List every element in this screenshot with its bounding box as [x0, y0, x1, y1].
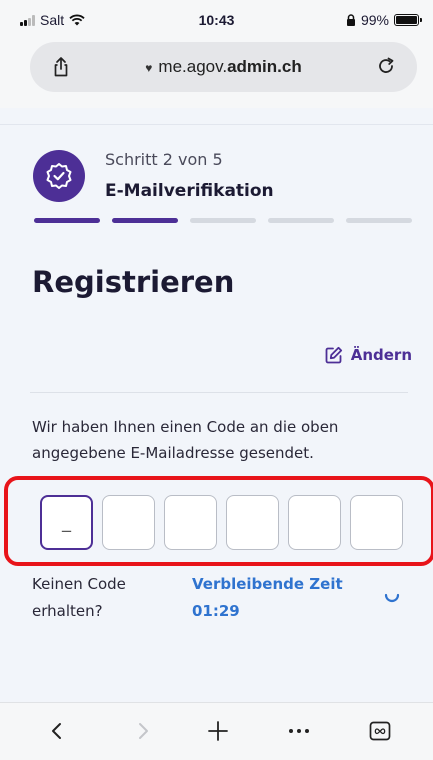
step-progress	[34, 218, 412, 223]
divider	[30, 392, 408, 393]
tabs-icon	[369, 721, 391, 741]
loading-spinner-icon	[384, 593, 400, 603]
code-digit-1[interactable]	[40, 495, 93, 550]
orientation-lock-icon	[346, 14, 355, 26]
info-text: Wir haben Ihnen einen Code an die oben a…	[32, 418, 339, 462]
battery-percent: 99%	[360, 12, 389, 28]
page-content: Schritt 2 von 5 E-Mailverifikation Regis…	[0, 108, 433, 702]
verified-check-icon	[46, 163, 72, 189]
code-digit-5[interactable]	[288, 495, 341, 550]
more-icon	[289, 729, 309, 733]
page-title: Registrieren	[32, 265, 235, 299]
step-segment-1	[34, 218, 100, 223]
step-segment-2	[112, 218, 178, 223]
back-icon	[52, 723, 61, 739]
back-button[interactable]	[42, 717, 72, 745]
step-segment-4	[268, 218, 334, 223]
step-badge	[33, 150, 85, 202]
url-prefix: me.agov.	[158, 57, 228, 76]
step-segment-5	[346, 218, 412, 223]
code-digit-6[interactable]	[350, 495, 403, 550]
tabs-button[interactable]	[365, 717, 395, 745]
url-domain: admin.ch	[227, 57, 302, 76]
no-code-text: Keinen Code erhalten?	[32, 575, 126, 620]
code-digit-3[interactable]	[164, 495, 217, 550]
forward-icon	[139, 723, 148, 739]
code-digit-4[interactable]	[226, 495, 279, 550]
change-label: Ändern	[350, 346, 412, 364]
divider	[0, 124, 433, 125]
address-bar[interactable]: ♥ me.agov.admin.ch	[30, 42, 417, 92]
status-bar: Salt 10:43 99%	[0, 0, 433, 36]
battery-icon	[394, 14, 422, 26]
step-segment-3	[190, 218, 256, 223]
remaining-time-value: 01:29	[192, 602, 240, 620]
url-text[interactable]: ♥ me.agov.admin.ch	[30, 57, 417, 77]
step-title: E-Mailverifikation	[105, 181, 274, 201]
forward-button[interactable]	[128, 717, 158, 745]
change-button[interactable]: Ändern	[325, 346, 412, 364]
more-button[interactable]	[284, 717, 314, 745]
lock-icon: ♥	[145, 61, 153, 75]
remaining-time-label: Verbleibende Zeit	[192, 575, 343, 593]
reload-icon[interactable]	[375, 55, 397, 77]
browser-toolbar	[0, 702, 433, 760]
code-inputs	[40, 495, 403, 550]
new-tab-icon	[208, 721, 228, 741]
code-digit-2[interactable]	[102, 495, 155, 550]
step-count: Schritt 2 von 5	[105, 150, 223, 169]
browser-chrome: ♥ me.agov.admin.ch	[0, 36, 433, 108]
new-tab-button[interactable]	[203, 717, 233, 745]
edit-icon	[325, 346, 342, 364]
